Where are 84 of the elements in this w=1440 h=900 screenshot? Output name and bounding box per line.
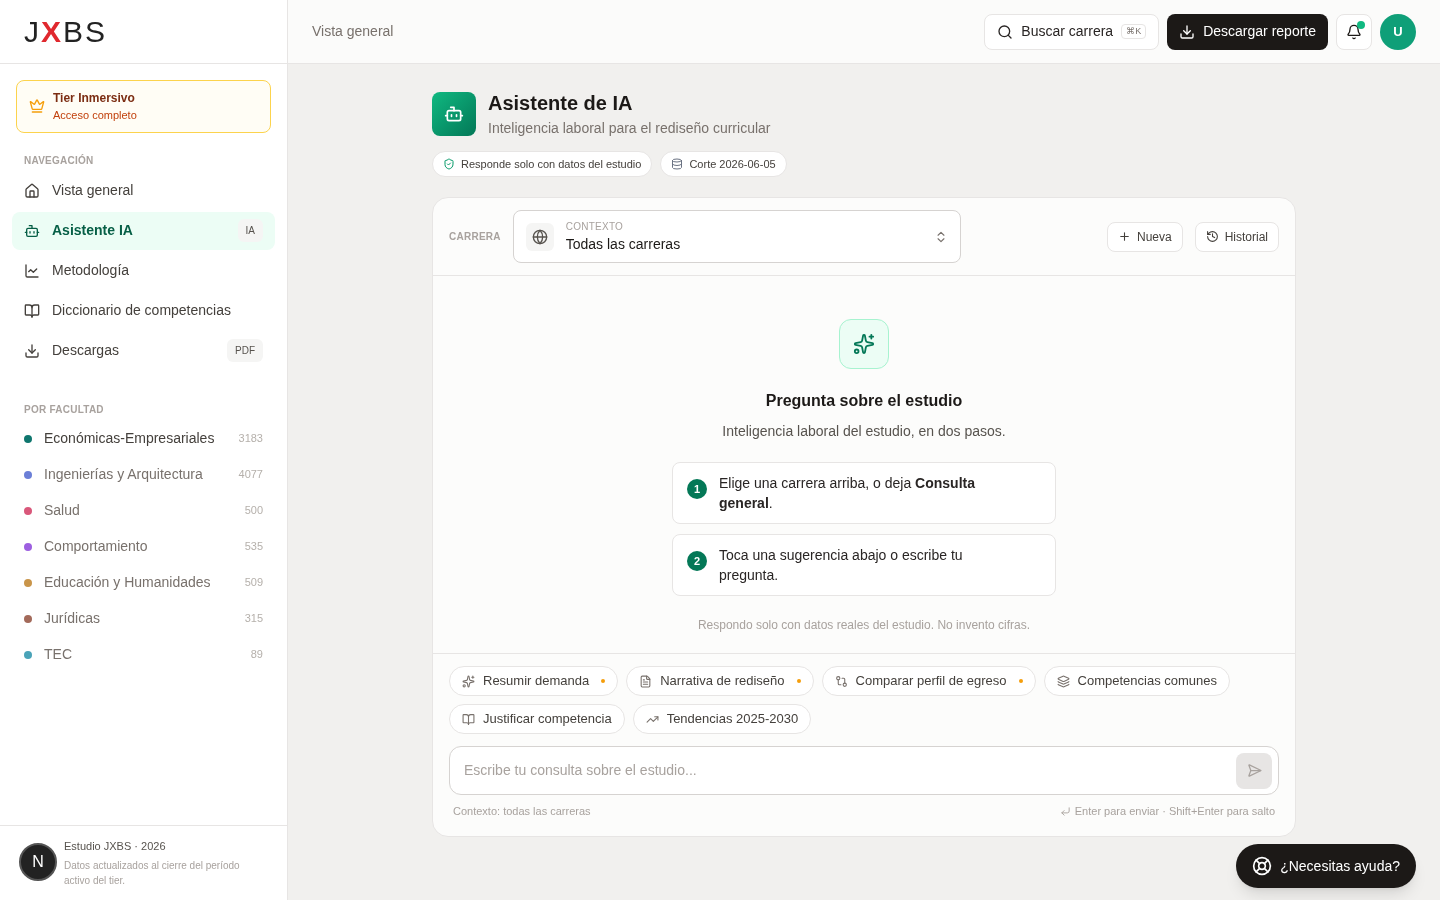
suggestion-chip[interactable]: Narrativa de rediseño bbox=[626, 666, 814, 696]
suggestion-icon bbox=[1056, 674, 1070, 688]
empty-note: Respondo solo con datos reales del estudio. No invento cifras. bbox=[697, 617, 1031, 634]
nav-badge: PDF bbox=[227, 339, 263, 362]
history-icon bbox=[1205, 230, 1219, 243]
nav-item[interactable]: Metodología bbox=[12, 251, 275, 290]
shortcut-key: ⌘K bbox=[1121, 23, 1147, 40]
career-select[interactable]: CONTEXTO Todas las carreras bbox=[512, 210, 961, 263]
faculty-count: 535 bbox=[244, 539, 263, 555]
breadcrumb: Vista general bbox=[312, 22, 395, 41]
step-text: Toca una sugerencia abajo o escribe tu pregunta. bbox=[719, 546, 964, 585]
info-pill: Corte 2026-06-05 bbox=[660, 151, 787, 177]
plus-icon bbox=[1117, 230, 1131, 243]
section-heading: NAVEGACIÓN bbox=[23, 153, 95, 168]
search-icon bbox=[997, 23, 1014, 40]
nav-icon bbox=[24, 182, 40, 199]
suggestion-chip[interactable]: Tendencias 2025-2030 bbox=[632, 704, 812, 734]
tier-subtitle: Acceso completo bbox=[53, 108, 137, 123]
faculty-count: 509 bbox=[244, 575, 263, 591]
faculty-item[interactable]: Educación y Humanidades 509 bbox=[12, 564, 275, 601]
empty-title: Pregunta sobre el estudio bbox=[765, 391, 963, 411]
step-number: 1 bbox=[687, 479, 707, 499]
message-input[interactable]: Escribe tu consulta sobre el estudio... bbox=[464, 760, 1236, 781]
nav-icon bbox=[24, 342, 40, 359]
history-button[interactable]: Historial bbox=[1194, 221, 1279, 252]
context-hint: Contexto: todas las carreras bbox=[453, 804, 592, 819]
tier-title: Tier Inmersivo bbox=[53, 90, 136, 107]
shield-icon bbox=[443, 158, 455, 170]
suggestion-chip[interactable]: Comparar perfil de egreso bbox=[821, 666, 1036, 696]
faculty-count: 3183 bbox=[238, 431, 263, 447]
step-number: 2 bbox=[687, 551, 707, 571]
faculty-item[interactable]: Salud 500 bbox=[12, 492, 275, 529]
nav-item[interactable]: Descargas PDF bbox=[12, 331, 275, 370]
suggestion-icon bbox=[639, 674, 653, 688]
nav-icon bbox=[24, 222, 40, 239]
faculty-count: 315 bbox=[244, 611, 263, 627]
enter-icon bbox=[1059, 805, 1071, 817]
faculty-item[interactable]: Jurídicas 315 bbox=[12, 600, 275, 637]
suggestion-chip[interactable]: Justificar competencia bbox=[449, 704, 625, 734]
context-value: Todas las carreras bbox=[565, 234, 682, 254]
faculty-item[interactable]: TEC 89 bbox=[12, 636, 275, 673]
brand-logo[interactable]: JXBS bbox=[24, 16, 108, 47]
notifications-button[interactable] bbox=[1336, 13, 1372, 50]
faculty-item[interactable]: Comportamiento 535 bbox=[12, 528, 275, 565]
section-heading: POR FACULTAD bbox=[23, 402, 105, 417]
faculty-item[interactable]: Ingenierías y Arquitectura 4077 bbox=[12, 456, 275, 493]
new-chat-button[interactable]: Nueva bbox=[1106, 221, 1183, 252]
faculty-item[interactable]: Económicas-Empresariales 3183 bbox=[12, 420, 275, 457]
page-title: Asistente de IA bbox=[488, 91, 634, 116]
faculty-count: 500 bbox=[244, 503, 263, 519]
info-pill: Responde solo con datos del estudio bbox=[432, 151, 653, 177]
search-button[interactable]: Buscar carrera ⌘K bbox=[984, 13, 1160, 50]
career-label: CARRERA bbox=[449, 230, 501, 244]
message-field[interactable]: Escribe tu consulta sobre el estudio... bbox=[449, 746, 1279, 795]
suggestion-icon bbox=[462, 712, 475, 726]
empty-subtitle: Inteligencia laboral del estudio, en dos pasos. bbox=[722, 422, 1006, 441]
keys-hint: Enter para enviar · Shift+Enter para salto bbox=[1074, 804, 1275, 819]
nav-item[interactable]: Vista general bbox=[12, 171, 275, 210]
suggestion-icon bbox=[462, 674, 475, 688]
footer-title: Estudio JXBS · 2026 bbox=[64, 838, 167, 854]
nav-icon bbox=[24, 262, 40, 279]
context-label: CONTEXTO bbox=[565, 219, 625, 234]
database-icon bbox=[671, 158, 684, 170]
download-icon bbox=[1179, 23, 1196, 40]
step-text: Elige una carrera arriba, o deja Consulta general. bbox=[719, 474, 976, 513]
page-subtitle: Inteligencia laboral para el rediseño curricular bbox=[488, 119, 771, 138]
nav-item[interactable]: Asistente IA IA bbox=[12, 211, 275, 250]
globe-icon bbox=[531, 228, 548, 245]
help-button[interactable]: ¿Necesitas ayuda? bbox=[1236, 844, 1416, 888]
nav-item[interactable]: Diccionario de competencias bbox=[12, 291, 275, 330]
suggestion-chip[interactable]: Competencias comunes bbox=[1043, 666, 1230, 696]
nav-badge: IA bbox=[237, 219, 263, 242]
sparkles-icon bbox=[853, 333, 875, 355]
nav-icon bbox=[24, 302, 40, 319]
faculty-count: 4077 bbox=[238, 467, 263, 483]
lifebuoy-icon bbox=[1252, 856, 1273, 876]
send-icon bbox=[1246, 763, 1262, 778]
footer-note: Datos actualizados al cierre del período activo del tier. bbox=[64, 859, 241, 888]
suggestion-icon bbox=[834, 674, 848, 688]
faculty-count: 89 bbox=[250, 647, 263, 663]
suggestion-chip[interactable]: Resumir demanda bbox=[449, 666, 619, 696]
download-report-button[interactable]: Descargar reporte bbox=[1167, 13, 1328, 50]
crown-icon bbox=[29, 98, 45, 115]
bell-icon bbox=[1346, 23, 1362, 40]
